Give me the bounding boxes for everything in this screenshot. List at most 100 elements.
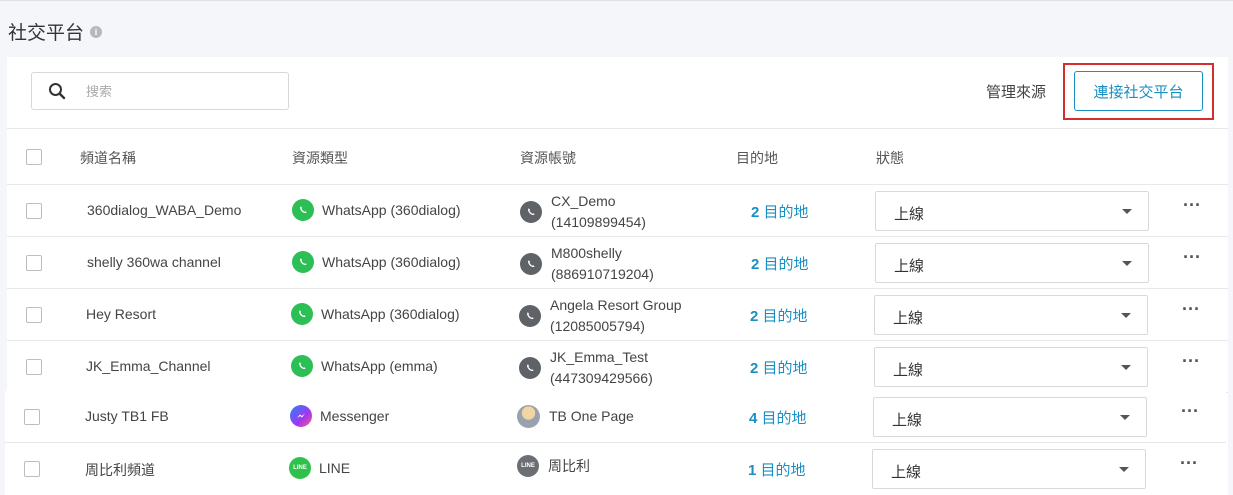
whatsapp-icon (291, 303, 313, 325)
resource-type-label: WhatsApp (360dialog) (321, 306, 460, 322)
resource-account: CX_Demo (14109899454) (520, 191, 646, 233)
destination-label: 目的地 (757, 410, 807, 427)
row-checkbox[interactable] (24, 409, 40, 425)
channel-name: 360dialog_WABA_Demo (87, 202, 242, 218)
status-value: 上線 (894, 206, 925, 223)
resource-type-label: LINE (319, 460, 351, 476)
more-actions-icon[interactable]: ··· (1182, 299, 1200, 320)
status-value: 上線 (894, 258, 925, 275)
destination-label: 目的地 (758, 308, 808, 325)
whatsapp-gray-icon (520, 253, 542, 275)
table-row: shelly 360wa channel WhatsApp (360dialog… (7, 237, 1228, 289)
row-checkbox[interactable] (26, 203, 42, 219)
destination-label: 目的地 (756, 462, 806, 479)
top-divider (0, 0, 1233, 1)
destination-link[interactable]: 1 目的地 (748, 459, 806, 480)
status-select[interactable]: 上線 (872, 449, 1146, 489)
search-input[interactable] (84, 82, 258, 100)
caret-down-icon (1122, 209, 1132, 214)
resource-account: JK_Emma_Test (447309429566) (519, 347, 653, 389)
status-value: 上線 (892, 412, 923, 429)
account-id: (12085005794) (550, 318, 645, 334)
row-checkbox[interactable] (26, 359, 42, 375)
destination-link[interactable]: 2 目的地 (750, 357, 808, 378)
resource-type: WhatsApp (360dialog) (292, 199, 461, 221)
destination-link[interactable]: 4 目的地 (749, 407, 807, 428)
account-name: JK_Emma_Test (550, 349, 649, 365)
channel-name: JK_Emma_Channel (86, 358, 211, 374)
line-gray-icon: LINE (517, 455, 539, 477)
channel-name: 周比利頻道 (85, 462, 155, 478)
destination-link[interactable]: 2 目的地 (751, 201, 809, 222)
table-header: 頻道名稱 資源類型 資源帳號 目的地 狀態 (7, 129, 1228, 185)
search-icon (49, 83, 66, 100)
more-actions-icon[interactable]: ··· (1183, 247, 1201, 268)
table-row: Hey Resort WhatsApp (360dialog) Angela R… (7, 289, 1228, 341)
account-name: TB One Page (549, 408, 634, 424)
resource-type-label: Messenger (320, 408, 390, 424)
destination-label: 目的地 (759, 204, 809, 221)
whatsapp-gray-icon (519, 357, 541, 379)
caret-down-icon (1121, 365, 1131, 370)
resource-account: Angela Resort Group (12085005794) (519, 295, 682, 337)
status-select[interactable]: 上線 (874, 295, 1148, 335)
row-checkbox[interactable] (26, 307, 42, 323)
whatsapp-icon (292, 199, 314, 221)
caret-down-icon (1121, 313, 1131, 318)
row-checkbox[interactable] (26, 255, 42, 271)
status-select[interactable]: 上線 (875, 191, 1149, 231)
table-row: JK_Emma_Channel WhatsApp (emma) JK_Emma_… (7, 341, 1228, 393)
destination-label: 目的地 (758, 360, 808, 377)
whatsapp-gray-icon (519, 305, 541, 327)
header-resource-account: 資源帳號 (520, 150, 576, 166)
destination-link[interactable]: 2 目的地 (751, 253, 809, 274)
account-id: (447309429566) (550, 370, 653, 386)
manage-sources-link[interactable]: 管理來源 (986, 81, 1046, 102)
more-actions-icon[interactable]: ··· (1180, 453, 1198, 474)
line-icon: LINE (289, 457, 311, 479)
account-id: (14109899454) (551, 214, 646, 230)
search-box[interactable] (31, 72, 289, 110)
channel-name: Justy TB1 FB (85, 408, 169, 424)
resource-type: WhatsApp (360dialog) (291, 303, 460, 325)
caret-down-icon (1122, 261, 1132, 266)
resource-account: TB One Page (517, 405, 634, 428)
resource-type-label: WhatsApp (360dialog) (322, 254, 461, 270)
account-name: CX_Demo (551, 193, 616, 209)
row-checkbox[interactable] (24, 461, 40, 477)
destination-link[interactable]: 2 目的地 (750, 305, 808, 326)
messenger-icon (290, 405, 312, 427)
whatsapp-icon (291, 355, 313, 377)
status-select[interactable]: 上線 (874, 347, 1148, 387)
table-row: Justy TB1 FB Messenger TB One Page 4 目的地… (5, 391, 1226, 443)
page-title: 社交平台 i (8, 18, 103, 45)
account-name: 周比利 (548, 457, 590, 474)
resource-type: LINE LINE (289, 457, 350, 479)
resource-account: LINE 周比利 (517, 455, 590, 477)
status-value: 上線 (893, 310, 924, 327)
caret-down-icon (1120, 415, 1130, 420)
table-row: 360dialog_WABA_Demo WhatsApp (360dialog)… (7, 185, 1228, 237)
select-all-checkbox[interactable] (26, 149, 42, 165)
info-icon[interactable]: i (90, 25, 103, 38)
more-actions-icon[interactable]: ··· (1183, 195, 1201, 216)
channel-name: shelly 360wa channel (87, 254, 221, 270)
status-value: 上線 (891, 464, 922, 481)
resource-type-label: WhatsApp (emma) (321, 358, 438, 374)
connect-social-platform-button[interactable]: 連接社交平台 (1074, 71, 1203, 111)
resource-type: WhatsApp (360dialog) (292, 251, 461, 273)
resource-type: WhatsApp (emma) (291, 355, 438, 377)
destination-label: 目的地 (759, 256, 809, 273)
header-resource-type: 資源類型 (292, 150, 348, 166)
table-row: 周比利頻道 LINE LINE LINE 周比利 1 目的地 上線 ··· (5, 443, 1226, 495)
header-status: 狀態 (876, 150, 904, 166)
resource-type-label: WhatsApp (360dialog) (322, 202, 461, 218)
account-id: (886910719204) (551, 266, 654, 282)
account-name: Angela Resort Group (550, 297, 682, 313)
status-select[interactable]: 上線 (875, 243, 1149, 283)
more-actions-icon[interactable]: ··· (1181, 401, 1199, 422)
status-select[interactable]: 上線 (873, 397, 1147, 437)
more-actions-icon[interactable]: ··· (1182, 351, 1200, 372)
resource-type: Messenger (290, 405, 389, 427)
caret-down-icon (1119, 467, 1129, 472)
